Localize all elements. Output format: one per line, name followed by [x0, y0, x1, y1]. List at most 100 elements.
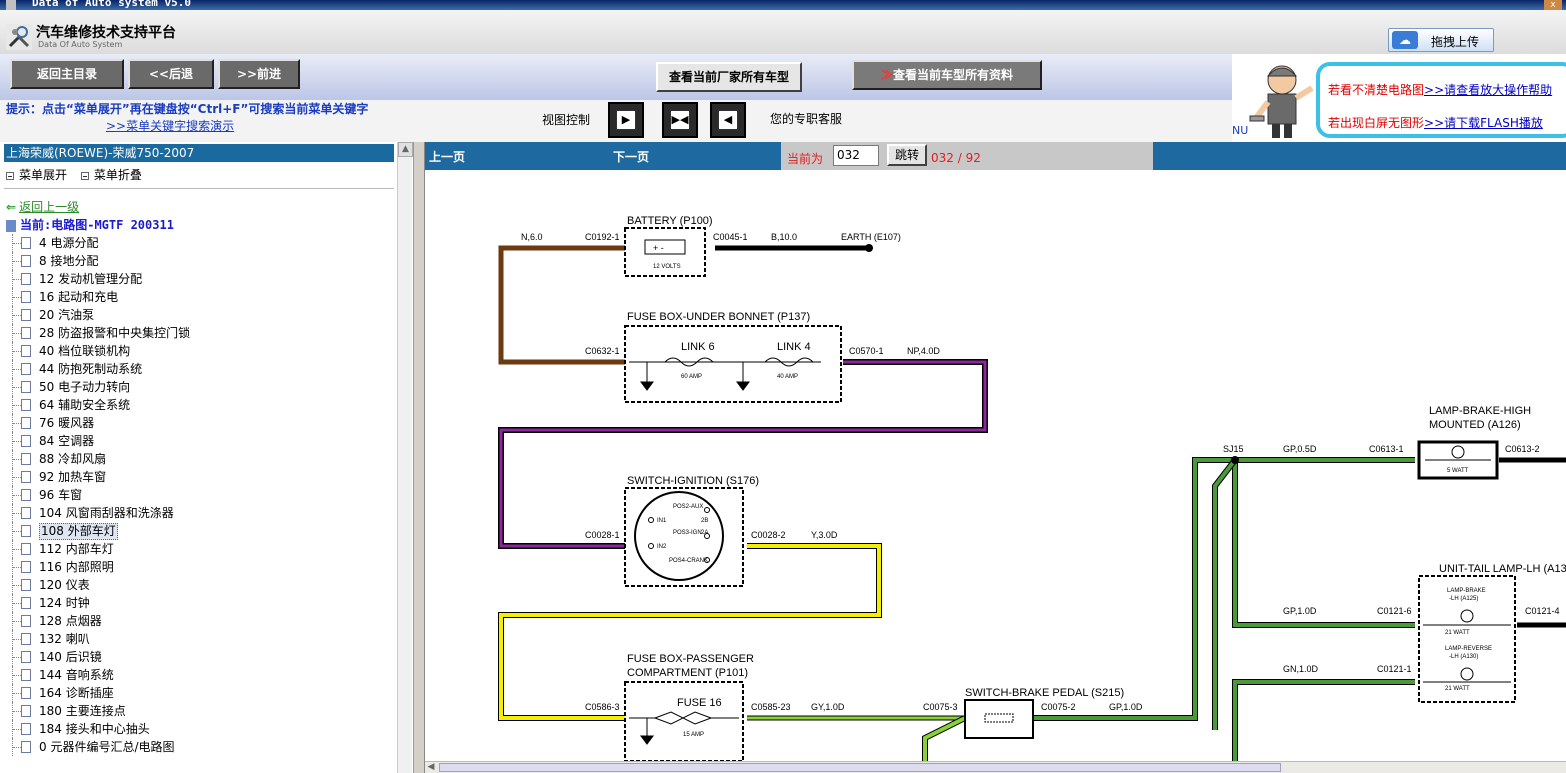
lamp-brake-watt: 21 WATT	[1445, 630, 1470, 636]
tree-item-label: 92 加热车窗	[39, 470, 107, 484]
tree-item[interactable]: 0 元器件编号汇总/电路图	[6, 738, 396, 756]
tree-item[interactable]: 144 音响系统	[6, 666, 396, 684]
tree-item[interactable]: 164 诊断插座	[6, 684, 396, 702]
double-arrow-icon: ≫	[880, 68, 893, 82]
all-models-button[interactable]: 查看当前厂家所有车型	[656, 62, 802, 92]
help-line-flash: 若出现白屏无图形>>请下载FLASH播放	[1328, 114, 1543, 131]
drag-upload-button[interactable]: ☁ 拖拽上传	[1388, 28, 1494, 52]
flash-download-link[interactable]: >>请下载FLASH播放	[1424, 116, 1543, 130]
tree-branch	[13, 693, 21, 694]
document-icon	[21, 741, 31, 753]
tree-item[interactable]: 116 内部照明	[6, 558, 396, 576]
fusebox-under-bonnet[interactable]	[624, 325, 842, 403]
tree-branch	[13, 567, 21, 568]
tree-item[interactable]: 128 点烟器	[6, 612, 396, 630]
main-toolbar: 返回主目录 <<后退 >>前进 查看当前厂家所有车型 ≫查看当前车型所有资料	[0, 54, 1232, 100]
tree-item[interactable]: 64 辅助安全系统	[6, 396, 396, 414]
home-button[interactable]: 返回主目录	[10, 59, 124, 89]
scroll-up-icon[interactable]: ▲	[398, 142, 413, 157]
menu-expand-button[interactable]: 菜单展开	[6, 168, 67, 182]
tree-item[interactable]: 4 电源分配	[6, 234, 396, 252]
window-titlebar: Data of Auto system v5.0 x	[0, 0, 1566, 10]
page-nav-bar: 上一页 下一页 当前为 032 跳转 032 / 92	[425, 142, 1566, 170]
tree-item[interactable]: 124 时钟	[6, 594, 396, 612]
tree-branch	[13, 603, 21, 604]
scroll-thumb[interactable]	[439, 763, 1281, 772]
unit-tail-lamp-lh[interactable]: LAMP-BRAKE -LH (A125) 21 WATT LAMP-REVER…	[1418, 575, 1516, 703]
tree-item[interactable]: 8 接地分配	[6, 252, 396, 270]
menu-collapse-button[interactable]: 菜单折叠	[80, 168, 142, 182]
tree-item-label: 44 防抱死制动系统	[39, 362, 143, 376]
ign-aux: POS2-AUX	[673, 504, 703, 510]
tree-branch	[13, 459, 21, 460]
lamp-brake-high-mounted[interactable]: 5 WATT	[1417, 440, 1499, 480]
tree-item[interactable]: 76 暖风器	[6, 414, 396, 432]
tree-item[interactable]: 140 后识镜	[6, 648, 396, 666]
tree-item[interactable]: 112 内部车灯	[6, 540, 396, 558]
view-expand-right-button[interactable]: ▶	[608, 102, 644, 138]
left-scrollbar[interactable]: ▲	[397, 142, 413, 773]
tree-item[interactable]: 96 车窗	[6, 486, 396, 504]
tree-item[interactable]: 120 仪表	[6, 576, 396, 594]
fusebox-passenger[interactable]	[624, 681, 744, 761]
ignition-switch[interactable]: IN1 IN2 POS2-AUX POS3-IGN POS4-CRANK 2B …	[624, 487, 744, 587]
hint-area: 提示：点击“菜单展开”再在键盘按“Ctrl+F”可搜索当前菜单关键字 >>菜单关…	[0, 100, 1232, 142]
tree-item-label: 132 喇叭	[39, 632, 90, 646]
document-icon	[21, 651, 31, 663]
tree-item-label: 116 内部照明	[39, 560, 114, 574]
scroll-left-icon[interactable]: ◀	[425, 762, 437, 773]
tree-item-label: 4 电源分配	[39, 236, 99, 250]
tree-item[interactable]: 28 防盗报警和中央集控门锁	[6, 324, 396, 342]
tree-item[interactable]: 132 喇叭	[6, 630, 396, 648]
prev-page-button[interactable]: 上一页	[429, 148, 465, 165]
wire-label: GY,1.0D	[811, 702, 845, 712]
wires	[498, 245, 1566, 761]
tree-item[interactable]: 20 汽油泵	[6, 306, 396, 324]
tree-item[interactable]: 40 档位联锁机构	[6, 342, 396, 360]
tree-item[interactable]: 184 接头和中心抽头	[6, 720, 396, 738]
tree-item[interactable]: 84 空调器	[6, 432, 396, 450]
view-split-button[interactable]: ▶◀	[662, 102, 698, 138]
tree-item[interactable]: 180 主要连接点	[6, 702, 396, 720]
link4-amp: 40 AMP	[777, 374, 798, 380]
jump-button[interactable]: 跳转	[887, 144, 927, 166]
tree-item[interactable]: 108 外部车灯	[6, 522, 396, 540]
page-number-input[interactable]: 032	[833, 145, 879, 166]
zoom-help-link[interactable]: >>请查看放大操作帮助	[1424, 83, 1552, 97]
tree-item-label: 64 辅助安全系统	[39, 398, 131, 412]
diagram-hscrollbar[interactable]: ◀	[425, 761, 1566, 773]
close-icon[interactable]: x	[1544, 0, 1562, 10]
back-up-link[interactable]: ⇐ 返回上一级	[6, 198, 79, 215]
tree-item[interactable]: 44 防抱死制动系统	[6, 360, 396, 378]
document-icon	[21, 471, 31, 483]
tree-item[interactable]: 16 起动和充电	[6, 288, 396, 306]
hint-text: 提示：点击“菜单展开”再在键盘按“Ctrl+F”可搜索当前菜单关键字	[6, 102, 369, 116]
brake-pedal-switch[interactable]	[964, 699, 1034, 739]
tree-item[interactable]: 92 加热车窗	[6, 468, 396, 486]
forward-button[interactable]: >>前进	[218, 59, 300, 89]
splice-label: SJ15	[1223, 444, 1244, 454]
tree-item[interactable]: 88 冷却风扇	[6, 450, 396, 468]
tree-item-label: 112 内部车灯	[39, 542, 114, 556]
all-docs-button[interactable]: ≫查看当前车型所有资料	[852, 60, 1042, 90]
earth-icon	[865, 244, 873, 252]
tree-item[interactable]: 50 电子动力转向	[6, 378, 396, 396]
view-expand-left-button[interactable]: ◀	[710, 102, 746, 138]
tree-branch	[13, 279, 21, 280]
ignition-title: SWITCH-IGNITION (S176)	[627, 475, 759, 487]
ign-crank: POS4-CRANK	[669, 558, 708, 564]
next-page-button[interactable]: 下一页	[613, 148, 649, 165]
fusebox2-title-1: FUSE BOX-PASSENGER	[627, 653, 754, 665]
tree-branch	[13, 621, 21, 622]
wiring-diagram[interactable]: + - 12 VOLTS BATTERY (P100) N,6.0 C0192-…	[425, 170, 1566, 761]
connector-label: C0613-1	[1369, 444, 1404, 454]
tree-item[interactable]: 104 风窗雨刮器和洗涤器	[6, 504, 396, 522]
splice-dot	[1231, 456, 1239, 464]
fusebox1-title: FUSE BOX-UNDER BONNET (P137)	[627, 311, 810, 323]
battery-component[interactable]: + - 12 VOLTS	[624, 227, 706, 277]
back-button[interactable]: <<后退	[128, 59, 214, 89]
tree-item[interactable]: 12 发动机管理分配	[6, 270, 396, 288]
fuse16-label: FUSE 16	[677, 697, 722, 709]
connector-label: C0613-2	[1505, 444, 1540, 454]
search-demo-link[interactable]: >>菜单关键字搜索演示	[106, 117, 234, 134]
